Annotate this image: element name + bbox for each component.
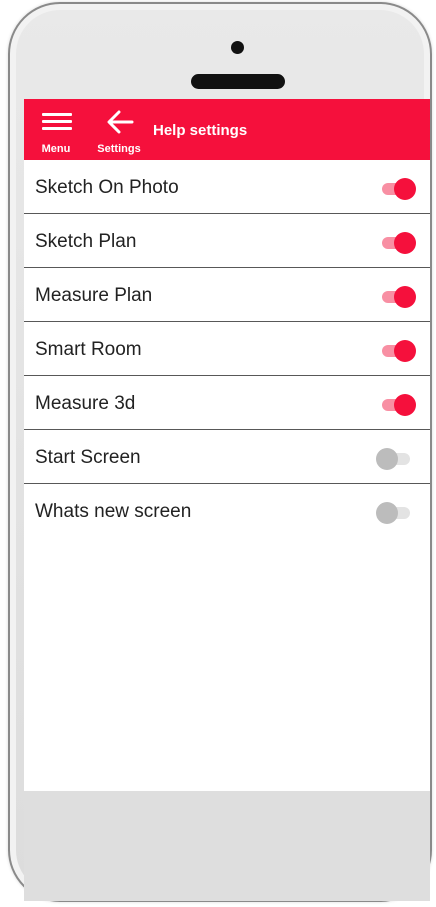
toggle-switch[interactable] xyxy=(380,178,416,200)
setting-row-smart-room: Smart Room xyxy=(24,322,430,376)
earpiece-speaker xyxy=(191,74,285,89)
setting-row-measure-3d: Measure 3d xyxy=(24,376,430,430)
app-screen: Menu Settings Help settings Sketch On Ph… xyxy=(24,99,430,791)
toggle-switch[interactable] xyxy=(380,340,416,362)
setting-row-sketch-on-photo: Sketch On Photo xyxy=(24,160,430,214)
setting-label: Measure 3d xyxy=(35,393,136,414)
toggle-switch[interactable] xyxy=(380,232,416,254)
toggle-switch[interactable] xyxy=(380,394,416,416)
menu-label: Menu xyxy=(41,143,71,155)
app-bar: Menu Settings Help settings xyxy=(24,99,430,160)
hamburger-menu-icon xyxy=(42,113,72,131)
toggle-switch[interactable] xyxy=(376,502,412,524)
setting-row-whats-new-screen: Whats new screen xyxy=(24,484,430,538)
settings-list: Sketch On Photo Sketch Plan Measure Plan… xyxy=(24,160,430,538)
setting-label: Sketch Plan xyxy=(35,231,137,252)
setting-row-sketch-plan: Sketch Plan xyxy=(24,214,430,268)
menu-button[interactable]: Menu xyxy=(34,107,78,157)
back-arrow-icon xyxy=(107,110,134,134)
toggle-switch[interactable] xyxy=(380,286,416,308)
back-button[interactable]: Settings xyxy=(90,107,148,157)
setting-label: Whats new screen xyxy=(35,501,192,522)
setting-label: Sketch On Photo xyxy=(35,177,179,198)
toggle-switch[interactable] xyxy=(376,448,412,470)
front-camera xyxy=(231,41,244,54)
setting-label: Measure Plan xyxy=(35,285,153,306)
page-title: Help settings xyxy=(153,122,248,139)
back-label: Settings xyxy=(97,143,141,155)
setting-label: Smart Room xyxy=(35,339,142,360)
setting-label: Start Screen xyxy=(35,447,141,468)
setting-row-start-screen: Start Screen xyxy=(24,430,430,484)
setting-row-measure-plan: Measure Plan xyxy=(24,268,430,322)
bottom-bezel-area xyxy=(24,791,430,901)
